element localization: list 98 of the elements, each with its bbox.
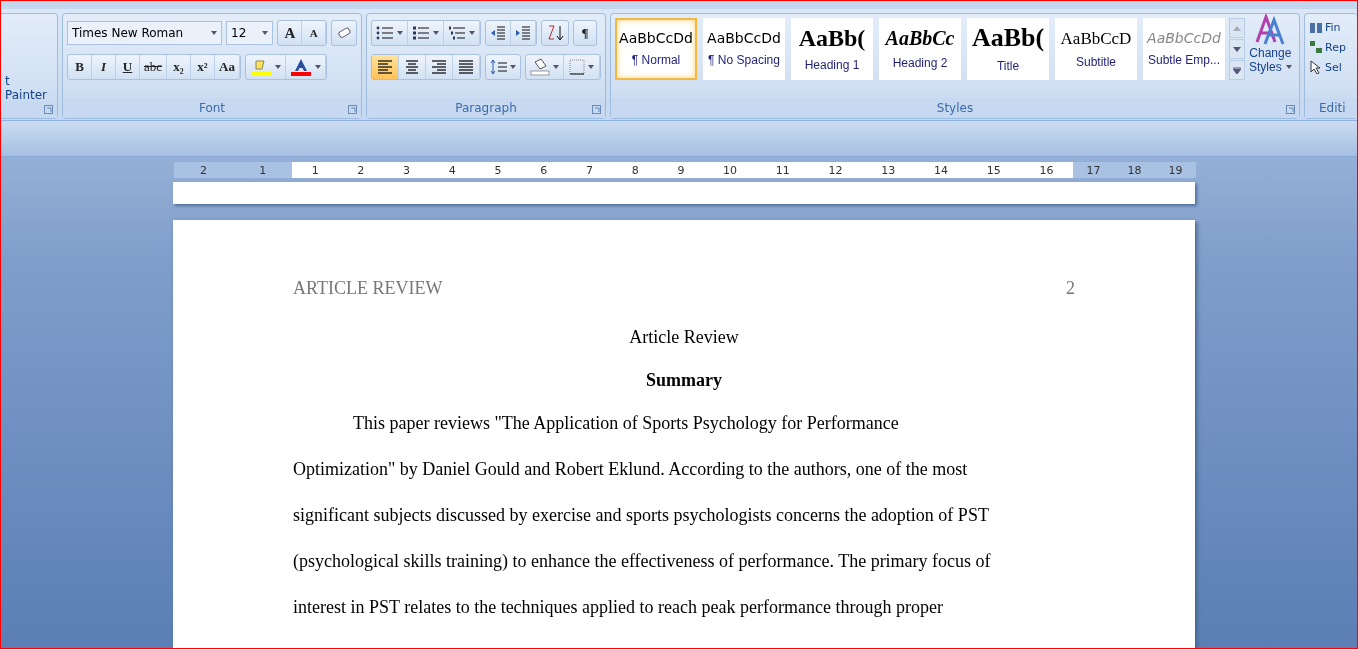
group-label: Paragraph [455, 101, 517, 115]
ruler-number: 12 [828, 163, 843, 177]
ruler[interactable]: 2 1 1 2 3 4 5 6 7 8 9 10 11 12 13 14 15 16 17 18 19 [173, 161, 1197, 179]
paragraph-line: interest in PST relates to the techniques applied to reach peak performance through proper [293, 597, 944, 619]
ruler-number: 1 [259, 163, 267, 177]
ruler-number: 11 [775, 163, 790, 177]
clear-formatting-button[interactable] [331, 20, 357, 46]
align-justify-icon [458, 60, 474, 74]
caret-icon [1285, 65, 1292, 69]
style-gallery-item[interactable]: AaBbCc Heading 2 [879, 18, 961, 80]
dialog-launcher-icon[interactable] [44, 105, 53, 114]
italic-button[interactable]: I [92, 55, 116, 79]
editing-item[interactable]: Fin [1309, 20, 1357, 34]
numbered-list-icon [412, 26, 430, 40]
decrease-indent-icon [490, 26, 506, 40]
caret-icon [397, 31, 403, 35]
gallery-more-button[interactable] [1229, 60, 1245, 80]
style-gallery-item[interactable]: AaBb( Title [967, 18, 1049, 80]
highlighter-icon [249, 58, 272, 76]
ruler-number: 2 [357, 163, 365, 177]
ruler-number: 6 [540, 163, 548, 177]
up-triangle-icon [1233, 25, 1241, 31]
increase-indent-icon [515, 26, 531, 40]
font-name-field[interactable]: Times New Roman [67, 21, 223, 45]
sort-icon [546, 24, 564, 42]
ruler-number: 15 [986, 163, 1001, 177]
align-right-icon [431, 60, 447, 74]
change-case-button[interactable]: Aa [215, 55, 240, 79]
strikethrough-button[interactable]: abc [140, 55, 168, 79]
caret-icon [314, 65, 321, 69]
paragraph-line: significant subjects discussed by exercise and sports psychologists concerns the adoption of PST [293, 505, 990, 527]
editing-item[interactable]: Sel [1309, 60, 1357, 74]
ruler-number: 9 [677, 163, 685, 177]
group-label: Styles [936, 101, 974, 115]
dialog-launcher-icon[interactable] [348, 105, 357, 114]
ruler-number: 2 [200, 163, 208, 177]
ruler-number: 1 [311, 163, 319, 177]
caret-icon [588, 65, 594, 69]
align-left-icon [377, 60, 393, 74]
ruler-number: 7 [585, 163, 593, 177]
caret-icon [262, 31, 269, 35]
paragraph-line: (psychological skills training) to enhance the effectiveness of performance. The primary focus of [293, 551, 992, 573]
font-size-field[interactable]: 12 [226, 21, 274, 45]
ruler-number: 14 [934, 163, 948, 177]
ruler-number: 3 [403, 163, 411, 177]
scroll-down-button[interactable] [1229, 39, 1245, 59]
format-painter-button[interactable]: t Painter [5, 74, 53, 102]
editing-item[interactable]: Rep [1309, 40, 1357, 54]
superscript-button[interactable]: x² [191, 55, 216, 79]
caret-icon [433, 31, 439, 35]
ruler-number: 8 [631, 163, 639, 177]
style-gallery-item[interactable]: AaBbCcD Subtitle [1055, 18, 1137, 80]
caret-icon [211, 31, 218, 35]
line-spacing-icon [490, 59, 508, 75]
ruler-number: 4 [448, 163, 456, 177]
sort-button[interactable] [541, 20, 569, 46]
ruler-number: 17 [1086, 163, 1101, 177]
style-gallery-item[interactable]: AaBb( Heading 1 [791, 18, 873, 80]
subscript-button[interactable]: x₂ [167, 55, 192, 79]
section-heading: Summary [645, 370, 723, 391]
dialog-launcher-icon[interactable] [592, 105, 601, 114]
change-styles-button[interactable]: Change Styles [1245, 14, 1296, 98]
caret-icon [553, 65, 559, 69]
page-number: 2 [1066, 278, 1075, 299]
dialog-launcher-icon[interactable] [1286, 105, 1295, 114]
font-color-icon [289, 58, 312, 76]
style-gallery-item[interactable]: AaBbCcDd ¶ Normal [615, 18, 697, 80]
group-label: Editi [1319, 101, 1346, 115]
caret-icon [274, 65, 281, 69]
group-label: Font [198, 101, 226, 115]
more-icon [1233, 66, 1241, 74]
align-center-icon [404, 60, 420, 74]
paragraph-line: Optimization" by Daniel Gould and Robert Eklund. According to the authors, one of the most [293, 459, 969, 481]
underline-button[interactable]: U [116, 55, 140, 79]
ruler-number: 18 [1127, 163, 1142, 177]
document-title: Article Review [628, 327, 740, 348]
borders-icon [569, 59, 585, 75]
multilevel-list-icon [448, 26, 466, 40]
bullets-icon [376, 26, 394, 40]
bold-button[interactable]: B [68, 55, 92, 79]
paragraph-line: This paper reviews "The Application of Sports Psychology for Performance [352, 413, 900, 435]
shrink-font-button[interactable]: A [302, 21, 327, 45]
ruler-number: 5 [494, 163, 502, 177]
ruler-number: 10 [723, 163, 738, 177]
caret-icon [469, 31, 475, 35]
align-left-button[interactable] [372, 55, 399, 79]
grow-font-button[interactable]: A [278, 21, 303, 45]
style-gallery-item[interactable]: AaBbCcDd Subtle Emp... [1143, 18, 1225, 80]
show-formatting-button[interactable]: ¶ [573, 20, 597, 46]
down-triangle-icon [1233, 46, 1241, 52]
ruler-number: 16 [1039, 163, 1054, 177]
style-gallery-item[interactable]: AaBbCcDd ¶ No Spacing [703, 18, 785, 80]
caret-icon [510, 65, 516, 69]
page-header: ARTICLE REVIEW [293, 278, 443, 299]
line-spacing-button[interactable] [485, 54, 521, 80]
ruler-number: 19 [1168, 163, 1183, 177]
ruler-number: 13 [881, 163, 896, 177]
cursor-icon [1309, 60, 1323, 74]
